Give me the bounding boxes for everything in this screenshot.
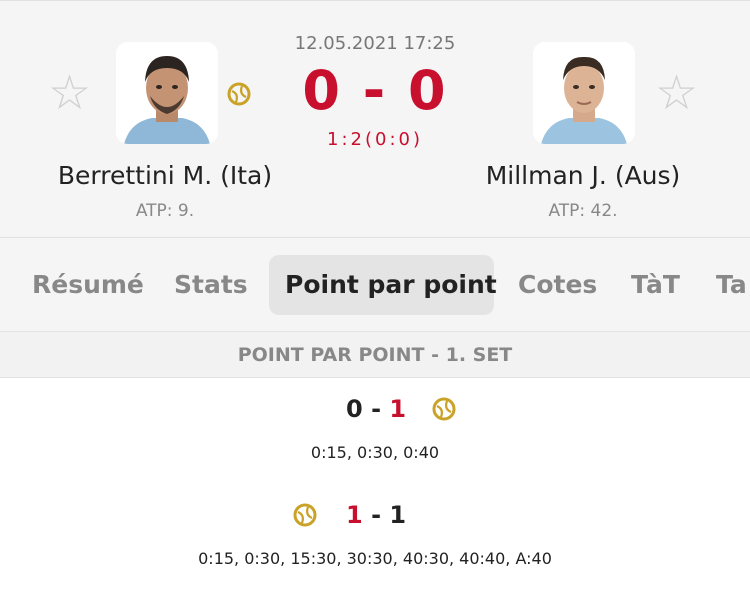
home-player-rank: ATP: 9.	[135, 201, 195, 221]
away-player-rank: ATP: 42.	[548, 201, 618, 221]
home-serve-ball-icon	[293, 503, 317, 527]
game-away-score: 1	[389, 395, 407, 423]
game-home-score: 0	[346, 395, 363, 423]
tab-point-par-point[interactable]: Point par point	[269, 255, 497, 315]
set-score-info: 1:2(0:0)	[327, 129, 423, 150]
tab-stats[interactable]: Stats	[158, 255, 264, 315]
tab-truncated[interactable]: Ta	[700, 255, 750, 315]
match-datetime: 12.05.2021 17:25	[294, 33, 456, 54]
favorite-away-star-icon[interactable]: ☆	[655, 67, 698, 119]
tab-resume[interactable]: Résumé	[16, 255, 160, 315]
game-score-separator: -	[371, 395, 382, 423]
away-serve-ball-icon	[432, 397, 456, 421]
tab-tat[interactable]: TàT	[615, 255, 696, 315]
tab-cotes[interactable]: Cotes	[502, 255, 613, 315]
match-header: ☆ 12.05.2021 17:25 0 - 0 1:2(0:0) ☆ Berr…	[0, 0, 750, 238]
game-away-score: 1	[389, 501, 407, 529]
away-player-photo	[533, 42, 635, 144]
game-point-sequence: 0:15, 0:30, 0:40	[310, 443, 440, 462]
match-score: 0 - 0	[302, 59, 448, 122]
game-score: 1 - 1	[346, 500, 406, 530]
game-home-score: 1	[346, 501, 363, 529]
home-player-name[interactable]: Berrettini M. (Ita)	[15, 161, 315, 190]
match-tabs: Résumé Stats Point par point Cotes TàT T…	[0, 238, 750, 332]
game-point-sequence: 0:15, 0:30, 15:30, 30:30, 40:30, 40:40, …	[198, 549, 552, 568]
section-header: POINT PAR POINT - 1. SET	[0, 332, 750, 378]
away-player-name[interactable]: Millman J. (Aus)	[433, 161, 733, 190]
game-score: 0 - 1	[346, 394, 406, 424]
game-score-separator: -	[371, 501, 382, 529]
